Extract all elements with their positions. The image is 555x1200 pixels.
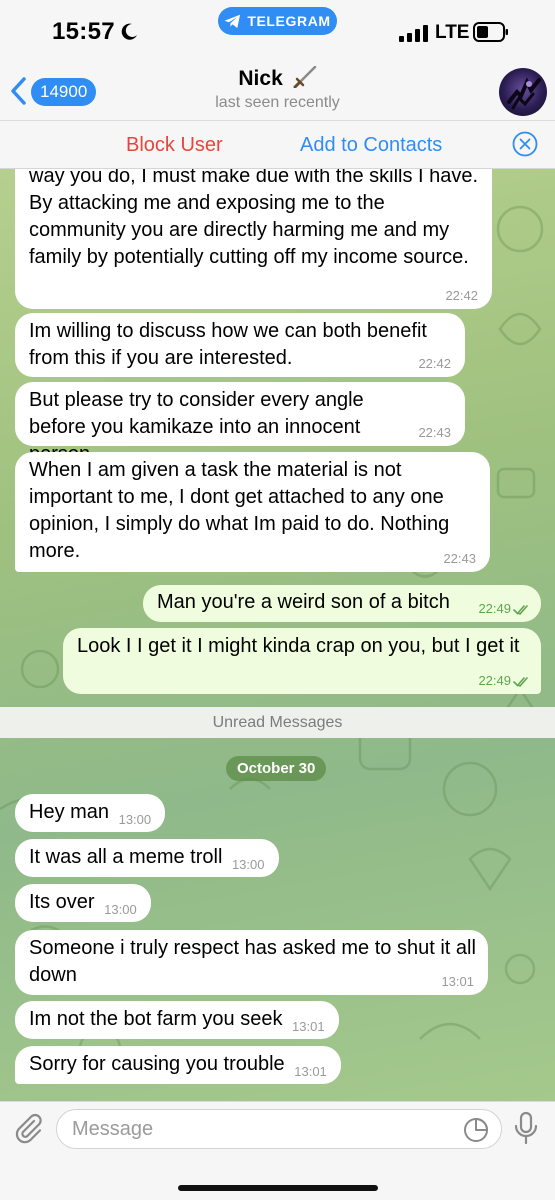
- message-bubble-outgoing[interactable]: Man you're a weird son of a bitch 22:49: [143, 585, 541, 622]
- message-bubble-incoming[interactable]: But please try to consider every angle b…: [15, 382, 465, 465]
- message-text: Someone i truly respect has asked me to …: [29, 937, 476, 986]
- message-time: 13:00: [118, 812, 152, 827]
- message-bubble-outgoing[interactable]: Look I I get it I might kinda crap on yo…: [63, 628, 541, 694]
- chat-header: 14900 Nick last seen recently: [0, 62, 555, 120]
- telegram-pill-label: TELEGRAM: [247, 13, 331, 29]
- message-text: Its over: [29, 891, 95, 913]
- message-bubble-incoming[interactable]: way you do, I must make due with the ski…: [15, 169, 492, 309]
- message-text: Sorry for causing you trouble: [29, 1053, 285, 1075]
- message-text: way you do, I must make due with the ski…: [29, 169, 479, 268]
- message-bubble-incoming[interactable]: Im willing to discuss how we can both be…: [15, 313, 465, 377]
- message-text: Look I I get it I might kinda crap on yo…: [77, 635, 520, 657]
- date-separator: October 30: [226, 756, 327, 781]
- message-time: 22:42: [418, 356, 451, 371]
- message-bubble-incoming[interactable]: Im not the bot farm you seek 13:01: [15, 1001, 339, 1039]
- add-to-contacts-button[interactable]: Add to Contacts: [300, 134, 442, 157]
- message-time: 22:49: [478, 673, 511, 688]
- status-time: 15:57: [52, 18, 115, 45]
- message-time: 13:00: [231, 857, 265, 872]
- mic-icon[interactable]: [513, 1111, 539, 1145]
- message-time: 22:43: [418, 425, 451, 440]
- moon-icon: [121, 23, 137, 40]
- signal-icon: [399, 25, 428, 42]
- close-circle-icon[interactable]: [512, 131, 538, 157]
- message-text: It was all a meme troll: [29, 846, 223, 868]
- message-time: 22:43: [443, 551, 476, 566]
- message-time: 13:01: [294, 1064, 327, 1079]
- message-time: 13:00: [104, 902, 137, 917]
- message-time: 13:01: [441, 974, 474, 989]
- status-bar: 15:57 TELEGRAM LTE: [0, 0, 555, 62]
- message-input-container[interactable]: [56, 1109, 502, 1149]
- block-user-button[interactable]: Block User: [126, 134, 223, 157]
- last-seen-status: last seen recently: [215, 94, 340, 111]
- telegram-return-pill[interactable]: TELEGRAM: [218, 7, 337, 35]
- double-check-icon: [513, 605, 528, 615]
- message-bubble-incoming[interactable]: Someone i truly respect has asked me to …: [15, 930, 488, 995]
- contact-action-bar: Block User Add to Contacts: [0, 120, 555, 169]
- contact-name: Nick: [238, 67, 283, 90]
- home-indicator[interactable]: [178, 1185, 378, 1191]
- message-time: 22:49: [478, 601, 511, 616]
- sword-icon: [293, 66, 316, 88]
- message-time: 13:01: [292, 1019, 325, 1034]
- unread-messages-divider: Unread Messages: [0, 707, 555, 738]
- message-bubble-incoming[interactable]: It was all a meme troll 13:00: [15, 839, 279, 877]
- message-text: Man you're a weird son of a bitch: [157, 591, 450, 613]
- message-bubble-incoming[interactable]: When I am given a task the material is n…: [15, 452, 490, 572]
- message-list[interactable]: way you do, I must make due with the ski…: [0, 169, 555, 1101]
- message-time: 22:42: [445, 288, 478, 303]
- message-text: Hey man: [29, 801, 110, 823]
- message-bubble-incoming[interactable]: Hey man 13:00: [15, 794, 166, 832]
- avatar[interactable]: [499, 68, 547, 116]
- chat-title[interactable]: Nick: [0, 66, 555, 91]
- message-bubble-incoming[interactable]: Its over 13:00: [15, 884, 151, 922]
- message-text: Im not the bot farm you seek: [29, 1008, 283, 1030]
- message-input[interactable]: [72, 1110, 452, 1148]
- message-bubble-incoming[interactable]: Sorry for causing you trouble 13:01: [15, 1046, 341, 1084]
- telegram-icon: [224, 14, 241, 28]
- attach-icon[interactable]: [12, 1112, 44, 1144]
- message-text: When I am given a task the material is n…: [29, 459, 450, 562]
- battery-icon: [473, 22, 508, 42]
- network-type: LTE: [435, 22, 470, 43]
- message-text: Im willing to discuss how we can both be…: [29, 320, 427, 369]
- double-check-icon: [513, 677, 528, 687]
- avatar-figure-icon: [507, 77, 541, 110]
- sticker-icon[interactable]: [463, 1117, 489, 1143]
